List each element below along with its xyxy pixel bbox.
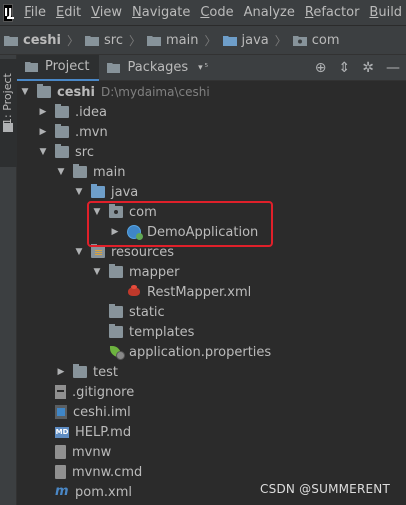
menu-analyze[interactable]: Analyze: [239, 5, 300, 20]
tree-node-demo-application[interactable]: ▶ DemoApplication: [109, 222, 258, 242]
tree-node-resources[interactable]: ▼ resources: [73, 242, 174, 262]
tree-node-static[interactable]: static: [103, 302, 165, 322]
folder-icon: [109, 324, 123, 338]
folder-icon: [147, 35, 161, 46]
tree-node-pom-xml[interactable]: m pom.xml: [49, 482, 132, 502]
expanded-arrow-icon[interactable]: ▼: [73, 187, 85, 197]
chevron-right-icon: 〉: [66, 33, 79, 48]
folder-icon: [85, 35, 99, 46]
folder-icon: [55, 124, 69, 138]
gitignore-file-icon: [55, 385, 66, 399]
tree-node-ceshi-iml[interactable]: ceshi.iml: [49, 402, 131, 422]
tree-node-templates[interactable]: templates: [103, 322, 194, 342]
folder-icon: [3, 123, 13, 132]
package-icon: [292, 35, 307, 46]
tree-node-help-md[interactable]: MD HELP.md: [49, 422, 131, 442]
left-tool-strip: 1: Project: [0, 55, 17, 505]
tree-node-src[interactable]: ▼ src: [37, 142, 94, 162]
folder-icon: [73, 164, 87, 178]
folder-icon: [37, 84, 51, 98]
gear-icon[interactable]: ✲: [362, 60, 374, 76]
folder-icon: [55, 104, 69, 118]
tree-node-test[interactable]: ▶ test: [55, 362, 118, 382]
project-toolbar: Project Packages ▾ ⁵ ⊕ ⇕ ✲ —: [17, 54, 406, 81]
package-view-icon: [107, 63, 121, 73]
intellij-logo-icon: IJ: [3, 3, 15, 22]
package-icon: [109, 204, 123, 218]
breadcrumb-com[interactable]: com: [292, 33, 340, 48]
tree-node-mvn[interactable]: ▶ .mvn: [37, 122, 108, 142]
tree-node-main[interactable]: ▼ main: [55, 162, 125, 182]
expanded-arrow-icon[interactable]: ▼: [55, 167, 67, 177]
tree-node-idea[interactable]: ▶ .idea: [37, 102, 107, 122]
collapsed-arrow-icon[interactable]: ▶: [37, 127, 49, 137]
menu-edit[interactable]: Edit: [51, 5, 86, 20]
chevron-right-icon: 〉: [274, 33, 287, 48]
breadcrumb-java[interactable]: java: [222, 33, 269, 48]
module-file-icon: [55, 405, 67, 419]
text-file-icon: [55, 445, 66, 459]
resources-folder-icon: [91, 244, 105, 258]
breadcrumb-main[interactable]: main: [147, 33, 198, 48]
chevron-right-icon: 〉: [128, 33, 141, 48]
menu-refactor[interactable]: Refactor: [300, 5, 365, 20]
minimize-icon[interactable]: —: [386, 60, 400, 76]
mybatis-xml-icon: [127, 285, 141, 299]
menu-file[interactable]: File: [19, 5, 51, 20]
tree-node-root[interactable]: ▼ ceshi D:\mydaima\ceshi: [19, 82, 210, 102]
menu-view[interactable]: View: [86, 5, 127, 20]
tree-node-application-properties[interactable]: application.properties: [103, 342, 271, 362]
menu-bar: IJ File Edit View Navigate Code Analyze …: [0, 0, 406, 25]
expanded-arrow-icon[interactable]: ▼: [91, 267, 103, 277]
collapse-all-icon[interactable]: ⇕: [339, 60, 351, 76]
locate-target-icon[interactable]: ⊕: [315, 60, 327, 76]
spring-properties-icon: [109, 345, 125, 360]
tab-project[interactable]: Project: [17, 54, 100, 81]
more-views-dropdown[interactable]: ▾ ⁵: [198, 63, 208, 73]
tree-node-com[interactable]: ▼ com: [91, 202, 157, 222]
folder-icon: [109, 304, 123, 318]
project-tool-window-tab[interactable]: 1: Project: [0, 59, 17, 167]
folder-icon: [73, 364, 87, 378]
tree-node-mvnw[interactable]: mvnw: [49, 442, 111, 462]
spring-boot-class-icon: [127, 225, 143, 240]
folder-icon: [25, 62, 38, 72]
watermark: CSDN @SUMMERENT: [260, 482, 390, 496]
tree-node-java[interactable]: ▼ java: [73, 182, 138, 202]
expanded-arrow-icon[interactable]: ▼: [19, 87, 31, 97]
breadcrumb: ceshi 〉 src 〉 main 〉 java 〉 com: [0, 25, 406, 55]
tree-node-gitignore[interactable]: .gitignore: [49, 382, 134, 402]
menu-navigate[interactable]: Navigate: [127, 5, 195, 20]
tab-packages[interactable]: Packages ▾ ⁵: [99, 55, 216, 81]
folder-icon: [4, 35, 18, 46]
maven-icon: m: [55, 484, 69, 499]
tree-node-rest-mapper-xml[interactable]: RestMapper.xml: [121, 282, 251, 302]
source-folder-icon: [91, 184, 105, 198]
folder-icon: [109, 264, 123, 278]
markdown-file-icon: MD: [55, 426, 69, 438]
expanded-arrow-icon[interactable]: ▼: [37, 147, 49, 157]
project-tree: ▼ ceshi D:\mydaima\ceshi ▶ .idea ▶ .mvn …: [17, 81, 406, 505]
text-file-icon: [55, 465, 66, 479]
collapsed-arrow-icon[interactable]: ▶: [55, 367, 67, 377]
tree-node-mapper[interactable]: ▼ mapper: [91, 262, 179, 282]
collapsed-arrow-icon[interactable]: ▶: [109, 227, 121, 237]
tree-node-mvnw-cmd[interactable]: mvnw.cmd: [49, 462, 142, 482]
collapsed-arrow-icon[interactable]: ▶: [37, 107, 49, 117]
expanded-arrow-icon[interactable]: ▼: [91, 207, 103, 217]
breadcrumb-ceshi[interactable]: ceshi: [4, 33, 61, 48]
expanded-arrow-icon[interactable]: ▼: [73, 247, 85, 257]
folder-icon: [55, 144, 69, 158]
project-tab-label: 1: Project: [1, 73, 14, 125]
menu-build[interactable]: Build: [364, 5, 406, 20]
menu-code[interactable]: Code: [195, 5, 238, 20]
breadcrumb-src[interactable]: src: [85, 33, 123, 48]
chevron-right-icon: 〉: [204, 33, 217, 48]
source-folder-icon: [222, 35, 237, 46]
